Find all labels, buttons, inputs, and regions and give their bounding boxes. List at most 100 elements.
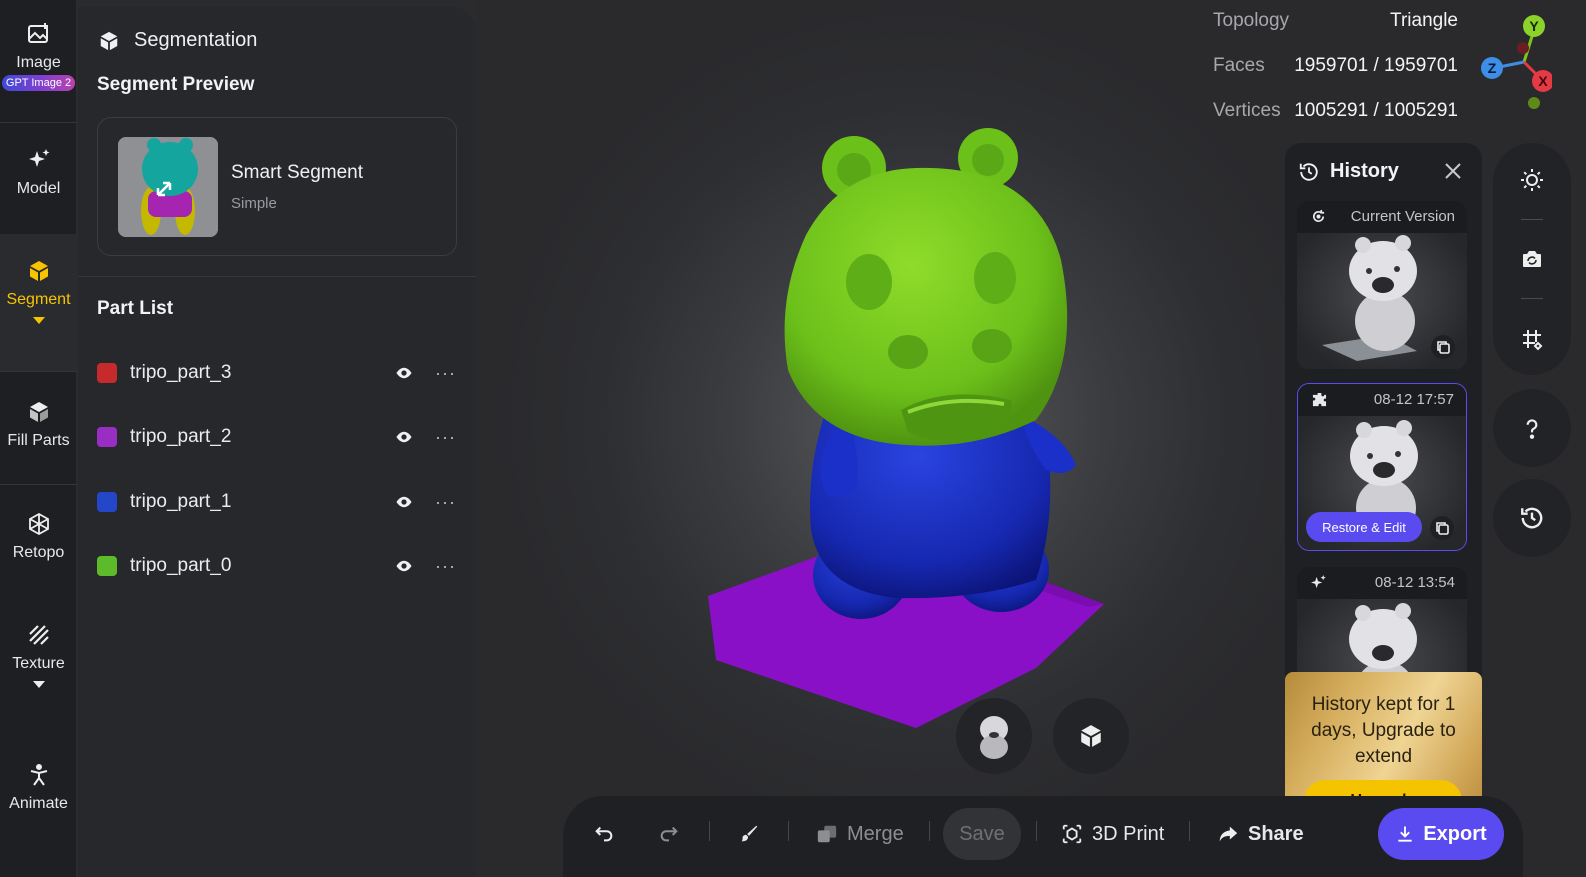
part-row[interactable]: tripo_part_1 ···: [97, 487, 457, 517]
right-nostril: [972, 329, 1012, 363]
part-color-swatch: [97, 492, 117, 512]
redo-icon: [660, 826, 678, 842]
undo-icon: [595, 826, 613, 842]
rail-label: Animate: [9, 795, 68, 812]
image-icon: [27, 23, 48, 43]
preview-name: Smart Segment: [231, 162, 363, 183]
duplicate-button[interactable]: [1431, 335, 1455, 359]
rail-item-segment[interactable]: Segment: [0, 234, 77, 371]
viewport-tools: [1493, 143, 1571, 375]
share-button[interactable]: Share: [1217, 796, 1304, 872]
puzzle-icon: [1312, 392, 1327, 407]
copy-icon: [1436, 522, 1449, 535]
stat-label: Topology: [1213, 10, 1290, 31]
fill-cube-icon: [29, 402, 48, 422]
rail-label: Image: [16, 54, 61, 71]
share-arrow-icon: [1219, 826, 1238, 842]
part-name: tripo_part_2: [130, 426, 232, 447]
history-toggle-button[interactable]: [1493, 479, 1571, 557]
part-name: tripo_part_1: [130, 491, 232, 512]
help-button[interactable]: [1493, 389, 1571, 467]
rail-item-image[interactable]: Image GPT Image 2: [0, 22, 77, 91]
history-version-current[interactable]: Current Version: [1297, 201, 1467, 369]
more-options-icon[interactable]: ···: [435, 427, 457, 448]
segment-thumbnail: [118, 137, 218, 237]
brush-button[interactable]: [738, 796, 760, 872]
segment-cube-icon: [29, 261, 48, 281]
rail-item-retopo[interactable]: Retopo: [0, 512, 77, 562]
divider: [709, 821, 710, 841]
close-icon[interactable]: [1444, 162, 1462, 180]
history-icon: [1299, 162, 1318, 181]
grid-off-icon[interactable]: [1520, 327, 1544, 351]
rail-label: Retopo: [12, 544, 65, 561]
texture-stripes-icon: [28, 625, 49, 645]
rail-item-model[interactable]: Model: [0, 148, 77, 198]
chevron-down-icon: [32, 317, 45, 324]
rail-item-fill-parts[interactable]: Fill Parts: [0, 400, 77, 450]
left-eye: [846, 254, 892, 310]
eye-icon[interactable]: [395, 364, 413, 382]
axis-gizmo[interactable]: Y Z X: [1478, 14, 1552, 114]
more-options-icon[interactable]: ···: [435, 363, 457, 384]
stat-label: Faces: [1213, 55, 1265, 76]
eye-icon[interactable]: [395, 493, 413, 511]
sparkle-icon: [28, 149, 49, 167]
textured-preview-thumbnail: [980, 716, 1008, 759]
divider: [0, 371, 77, 372]
history-version-0812-1757[interactable]: 08-12 17:57 Restore & Edit: [1297, 383, 1467, 551]
undo-button[interactable]: [593, 796, 615, 872]
z-axis-label: Z: [1488, 60, 1497, 76]
more-options-icon[interactable]: ···: [435, 492, 457, 513]
camera-reset-icon[interactable]: [1520, 247, 1544, 271]
mesh-stats: Topology Triangle Faces 1959701 / 195970…: [1213, 10, 1458, 145]
smart-segment-card[interactable]: Smart Segment Simple: [97, 117, 457, 256]
view-segment-button[interactable]: [1053, 698, 1129, 774]
rail-label: Fill Parts: [7, 432, 70, 449]
segment-preview-title: Segment Preview: [97, 74, 255, 95]
history-header: History: [1298, 160, 1399, 183]
part-row[interactable]: tripo_part_0 ···: [97, 551, 457, 581]
part-color-swatch: [97, 556, 117, 576]
brush-icon: [741, 825, 758, 842]
right-ear-inner: [972, 144, 1004, 176]
duplicate-button[interactable]: [1430, 516, 1454, 540]
export-button[interactable]: Export: [1378, 808, 1504, 860]
export-label: Export: [1423, 822, 1487, 845]
save-button[interactable]: Save: [943, 808, 1021, 860]
version-label: 08-12 17:57: [1373, 391, 1454, 408]
merge-button[interactable]: Merge: [816, 796, 904, 872]
divider: [788, 821, 789, 841]
part-name: tripo_part_3: [130, 362, 232, 383]
redo-button[interactable]: [658, 796, 680, 872]
eye-icon[interactable]: [395, 557, 413, 575]
version-label: Current Version: [1350, 208, 1455, 225]
history-title: History: [1330, 160, 1399, 182]
part-row[interactable]: tripo_part_3 ···: [97, 358, 457, 388]
divider: [0, 122, 77, 123]
tool-rail: Image GPT Image 2 Model Segment Fill Par…: [0, 0, 77, 877]
refresh-icon: [1312, 209, 1325, 223]
lighting-icon[interactable]: [1520, 168, 1544, 192]
more-options-icon[interactable]: ···: [435, 556, 457, 577]
restore-edit-button[interactable]: Restore & Edit: [1306, 512, 1422, 542]
segment-cube-icon: [100, 31, 118, 50]
stat-label: Vertices: [1213, 100, 1281, 121]
right-eye: [974, 252, 1016, 304]
panel-header: Segmentation: [98, 29, 257, 52]
version-header: 08-12 17:57: [1298, 384, 1466, 416]
eye-icon[interactable]: [395, 428, 413, 446]
part-list-title: Part List: [97, 298, 174, 319]
3d-print-label: 3D Print: [1092, 822, 1165, 845]
view-textured-button[interactable]: [956, 698, 1032, 774]
left-nostril: [888, 335, 928, 369]
segmentation-panel: Segmentation Segment Preview Smart Segme…: [78, 7, 476, 877]
divider: [1189, 821, 1190, 841]
3d-print-button[interactable]: 3D Print: [1061, 796, 1164, 872]
rail-item-animate[interactable]: Animate: [0, 763, 77, 813]
rail-label: Segment: [6, 291, 71, 308]
rail-item-texture[interactable]: Texture: [0, 623, 77, 688]
merge-icon: [817, 825, 837, 843]
sparkle-icon: [1311, 575, 1326, 589]
part-row[interactable]: tripo_part_2 ···: [97, 422, 457, 452]
